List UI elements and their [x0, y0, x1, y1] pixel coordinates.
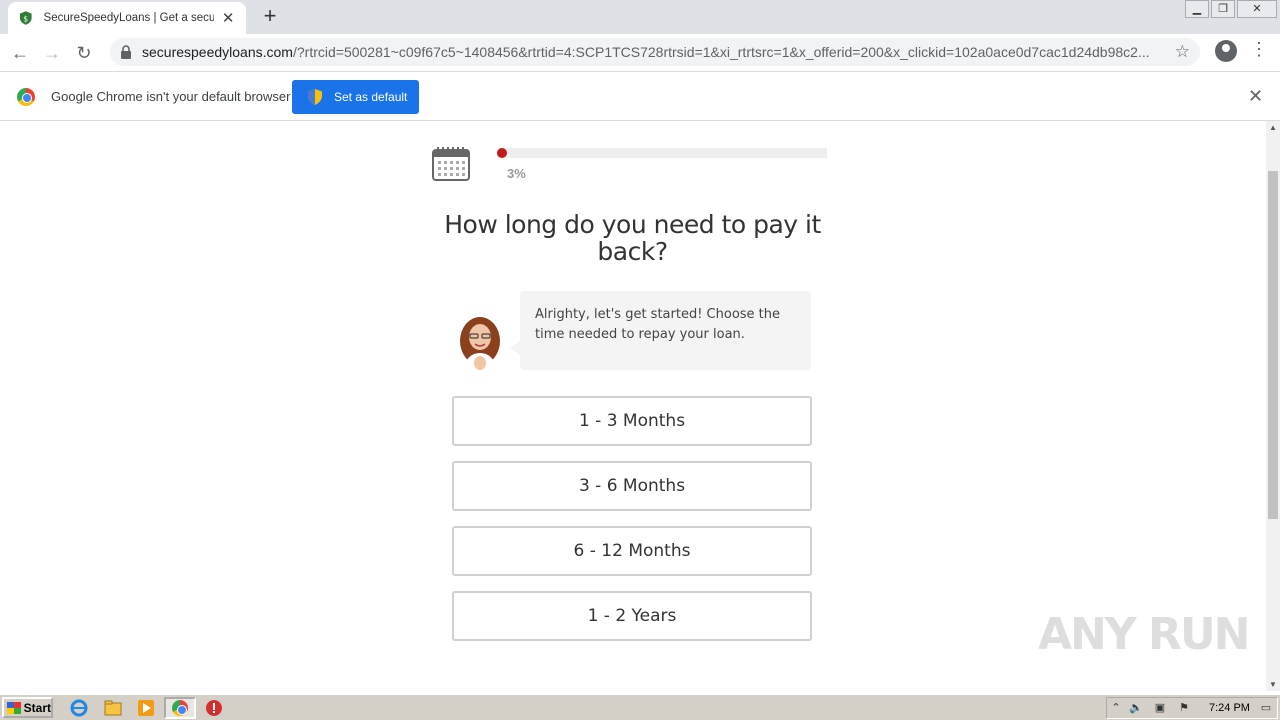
start-label: Start — [23, 700, 51, 715]
shield-dollar-icon: $ — [19, 11, 32, 25]
bookmark-star-icon[interactable]: ☆ — [1175, 42, 1190, 62]
system-tray: ⌃ 🔈 ▣ ⚑ 7:24 PM ▭ — [1106, 697, 1278, 719]
infobar-close-icon[interactable]: ✕ — [1248, 86, 1263, 107]
progress-bar — [497, 148, 827, 158]
reload-icon[interactable]: ↻ — [72, 41, 96, 65]
scroll-down-icon[interactable]: ▼ — [1269, 680, 1277, 689]
network-icon[interactable]: ▣ — [1153, 701, 1167, 715]
option-1-3-months[interactable]: 1 - 3 Months — [452, 396, 812, 446]
set-default-label: Set as default — [334, 90, 408, 104]
internet-explorer-icon[interactable] — [70, 699, 88, 717]
volume-icon[interactable]: 🔈 — [1129, 701, 1143, 715]
chrome-logo-icon — [17, 88, 35, 106]
page-content: 3% How long do you need to pay it back? … — [0, 121, 1266, 691]
infobar-message: Google Chrome isn't your default browser — [51, 89, 291, 104]
page-scrollbar[interactable]: ▲ ▼ — [1266, 121, 1280, 691]
tab-title: SecureSpeedyLoans | Get a secure l — [43, 12, 215, 24]
tab-strip: $ SecureSpeedyLoans | Get a secure l ✕ +… — [0, 0, 1280, 34]
browser-toolbar: ← → ↻ securespeedyloans.com/?rtrcid=5002… — [0, 34, 1280, 71]
assistant-avatar — [460, 317, 500, 371]
uac-shield-icon — [308, 89, 322, 105]
question-heading: How long do you need to pay it back? — [444, 210, 821, 266]
option-3-6-months[interactable]: 3 - 6 Months — [452, 461, 812, 511]
progress-label: 3% — [507, 166, 526, 181]
back-icon[interactable]: ← — [8, 41, 32, 65]
set-default-button[interactable]: Set as default — [292, 80, 419, 114]
windows-taskbar: Start ⌃ 🔈 ▣ ⚑ 7:24 PM ▭ — [0, 694, 1280, 720]
lock-icon — [121, 45, 131, 59]
svg-text:$: $ — [23, 14, 28, 23]
chrome-taskbar-icon — [172, 700, 188, 716]
menu-dots-icon[interactable]: ⋮ — [1250, 39, 1268, 60]
url-path: /?rtrcid=500281~c09f67c5~1408456&rtrtid=… — [292, 44, 1150, 60]
action-center-flag-icon[interactable]: ⚑ — [1177, 701, 1191, 715]
minimize-icon[interactable]: ▁ — [1185, 0, 1209, 18]
option-6-12-months[interactable]: 6 - 12 Months — [452, 526, 812, 576]
file-explorer-icon[interactable] — [104, 699, 122, 717]
restore-icon[interactable]: ❐ — [1211, 0, 1235, 18]
progress-fill — [497, 148, 507, 158]
media-player-icon[interactable] — [137, 699, 155, 717]
url-text: securespeedyloans.com/?rtrcid=500281~c09… — [142, 44, 1172, 60]
scroll-up-icon[interactable]: ▲ — [1269, 123, 1277, 132]
url-host: securespeedyloans.com — [142, 44, 293, 60]
tab-close-icon[interactable]: ✕ — [220, 9, 236, 27]
close-window-icon[interactable]: ✕ — [1237, 0, 1277, 18]
windows-flag-icon — [7, 701, 21, 714]
browser-tab[interactable]: $ SecureSpeedyLoans | Get a secure l ✕ — [8, 2, 246, 34]
scrollbar-thumb[interactable] — [1268, 171, 1278, 519]
profile-avatar-icon[interactable] — [1215, 40, 1237, 62]
chrome-taskbar-button[interactable] — [164, 697, 196, 719]
stop-sign-icon[interactable] — [205, 699, 223, 717]
chat-bubble: Alrighty, let's get started! Choose the … — [510, 291, 811, 370]
anyrun-watermark: ANY RUN — [1038, 609, 1250, 660]
address-bar[interactable]: securespeedyloans.com/?rtrcid=500281~c09… — [110, 38, 1200, 66]
forward-icon[interactable]: → — [40, 41, 64, 65]
new-tab-button[interactable]: + — [258, 5, 282, 29]
window-controls: ▁ ❐ ✕ — [1183, 0, 1277, 18]
start-button[interactable]: Start — [2, 697, 53, 718]
clock: 7:24 PM — [1209, 702, 1250, 714]
default-browser-infobar: Google Chrome isn't your default browser… — [0, 71, 1280, 121]
calendar-icon — [432, 147, 470, 181]
tray-expand-icon[interactable]: ⌃ — [1109, 701, 1123, 715]
option-1-2-years[interactable]: 1 - 2 Years — [452, 591, 812, 641]
show-desktop-icon[interactable]: ▭ — [1259, 701, 1273, 715]
